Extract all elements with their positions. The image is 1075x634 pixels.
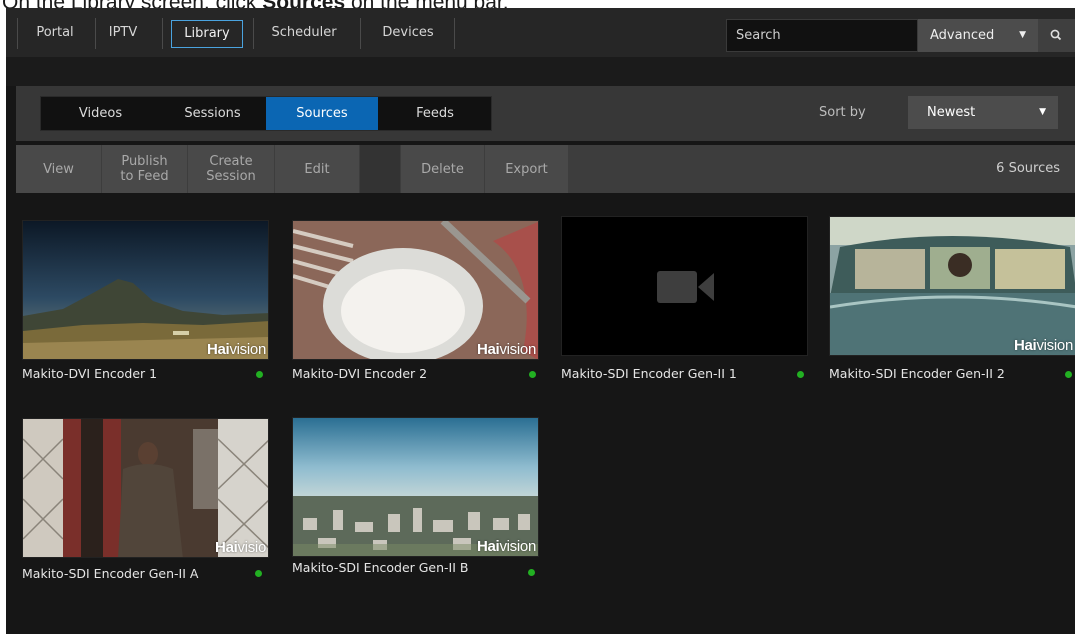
- sort-value: Newest: [927, 105, 976, 120]
- haivision-watermark: Haivision: [207, 341, 266, 358]
- status-online-dot: [528, 569, 535, 576]
- toolbar-separator: [360, 145, 400, 193]
- status-online-dot: [256, 371, 263, 378]
- source-name[interactable]: Makito-DVI Encoder 1: [22, 366, 157, 381]
- source-thumbnail[interactable]: Haivision: [829, 216, 1075, 356]
- watermark-bold: Hai: [1013, 337, 1037, 354]
- source-name[interactable]: Makito-SDI Encoder Gen-II 2: [829, 366, 1005, 381]
- source-tile[interactable]: Haivision Makito-DVI Encoder 1: [22, 220, 269, 385]
- library-tabs: Videos Sessions Sources Feeds: [40, 96, 492, 131]
- man-in-doorway-image: [23, 419, 268, 557]
- watermark-bold: Hai: [215, 539, 238, 556]
- source-name[interactable]: Makito-SDI Encoder Gen-II A: [22, 566, 198, 581]
- vintage-car-image: [830, 217, 1075, 355]
- nav-tab-scheduler[interactable]: Scheduler: [261, 20, 347, 48]
- status-online-dot: [797, 371, 804, 378]
- search-input[interactable]: Search: [726, 19, 918, 52]
- create-line-1: Create: [209, 154, 253, 169]
- cup-closeup-image: [293, 221, 538, 359]
- source-thumbnail[interactable]: Haivisio: [22, 418, 269, 558]
- watermark-thin: vision: [499, 341, 536, 358]
- source-count: 6 Sources: [996, 161, 1060, 176]
- source-tile[interactable]: Haivision Makito-SDI Encoder Gen-II B: [292, 417, 539, 587]
- source-tile[interactable]: Haivisio Makito-SDI Encoder Gen-II A: [22, 418, 269, 588]
- caret-down-icon: ▼: [1019, 30, 1026, 40]
- edit-button[interactable]: Edit: [275, 145, 359, 193]
- video-camera-placeholder-icon: [657, 271, 714, 303]
- nav-divider: [17, 18, 18, 49]
- sort-by-label: Sort by: [819, 105, 866, 120]
- source-thumbnail[interactable]: [561, 216, 808, 356]
- search-icon: [1050, 29, 1062, 41]
- create-session-button[interactable]: Create Session: [188, 145, 274, 193]
- city-aerial-image: [293, 418, 538, 556]
- haivision-watermark: Haivision: [477, 538, 536, 555]
- export-button[interactable]: Export: [485, 145, 568, 193]
- status-online-dot: [255, 570, 262, 577]
- app-window: Portal IPTV Library Scheduler Devices Se…: [6, 8, 1075, 634]
- nav-divider: [360, 18, 361, 49]
- advanced-search-dropdown[interactable]: Advanced ▼: [918, 19, 1038, 52]
- mountain-landscape-image: [23, 221, 268, 359]
- watermark-bold: Hai: [476, 341, 500, 358]
- nav-tab-library[interactable]: Library: [171, 20, 243, 48]
- status-online-dot: [1065, 371, 1072, 378]
- watermark-bold: Hai: [206, 341, 230, 358]
- nav-divider: [162, 18, 163, 49]
- search-button[interactable]: [1038, 19, 1075, 52]
- library-header: Videos Sessions Sources Feeds Sort by Ne…: [16, 86, 1075, 141]
- nav-divider: [454, 18, 455, 49]
- nav-tab-devices[interactable]: Devices: [368, 20, 448, 48]
- source-thumbnail[interactable]: Haivision: [22, 220, 269, 360]
- caret-down-icon: ▼: [1039, 107, 1046, 117]
- nav-tab-iptv[interactable]: IPTV: [102, 20, 144, 48]
- nav-divider: [253, 18, 254, 49]
- nav-divider: [95, 18, 96, 49]
- publish-to-feed-button[interactable]: Publish to Feed: [102, 145, 187, 193]
- haivision-watermark: Haivisio: [215, 539, 266, 556]
- haivision-watermark: Haivision: [1014, 337, 1073, 354]
- tab-sessions[interactable]: Sessions: [160, 97, 265, 130]
- create-line-2: Session: [206, 169, 256, 184]
- watermark-thin: vision: [229, 341, 266, 358]
- view-button[interactable]: View: [16, 145, 101, 193]
- watermark-thin: vision: [1036, 337, 1073, 354]
- publish-line-1: Publish: [121, 154, 168, 169]
- top-nav: Portal IPTV Library Scheduler Devices Se…: [6, 8, 1075, 57]
- source-tile[interactable]: Haivision Makito-DVI Encoder 2: [292, 220, 539, 385]
- watermark-thin: vision: [499, 538, 536, 555]
- tab-feeds[interactable]: Feeds: [378, 97, 492, 130]
- source-thumbnail[interactable]: Haivision: [292, 417, 539, 557]
- source-name[interactable]: Makito-SDI Encoder Gen-II 1: [561, 366, 737, 381]
- source-name[interactable]: Makito-SDI Encoder Gen-II B: [292, 560, 468, 575]
- haivision-watermark: Haivision: [477, 341, 536, 358]
- source-name[interactable]: Makito-DVI Encoder 2: [292, 366, 427, 381]
- publish-line-2: to Feed: [120, 169, 169, 184]
- nav-tab-portal[interactable]: Portal: [24, 20, 86, 48]
- watermark-thin: visio: [237, 539, 266, 556]
- nav-spacer: [6, 57, 1075, 86]
- tab-sources[interactable]: Sources: [266, 97, 378, 130]
- status-online-dot: [529, 371, 536, 378]
- delete-button[interactable]: Delete: [401, 145, 484, 193]
- watermark-bold: Hai: [476, 538, 500, 555]
- advanced-label: Advanced: [930, 28, 995, 43]
- source-tile[interactable]: Haivision Makito-SDI Encoder Gen-II 2: [829, 216, 1075, 385]
- tab-videos[interactable]: Videos: [41, 97, 160, 130]
- source-tile[interactable]: Makito-SDI Encoder Gen-II 1: [561, 216, 808, 385]
- source-thumbnail[interactable]: Haivision: [292, 220, 539, 360]
- action-toolbar: View Publish to Feed Create Session Edit…: [16, 145, 1075, 193]
- sort-select[interactable]: Newest ▼: [908, 96, 1058, 129]
